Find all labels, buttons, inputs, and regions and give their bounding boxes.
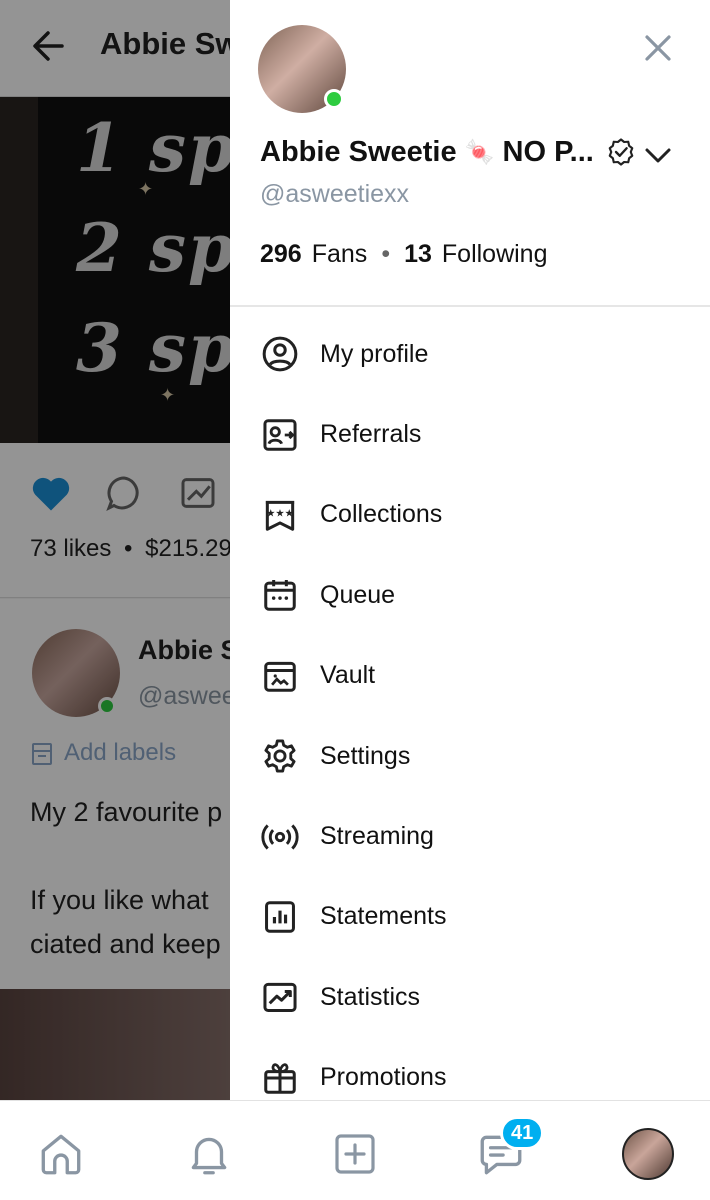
bottom-nav: 41 (0, 1100, 710, 1200)
candy-icon: 🍬 (464, 138, 495, 166)
menu-item-label: Queue (320, 580, 396, 609)
drawer-menu: My profile Referrals ★★★ Collections Que… (230, 314, 710, 1100)
menu-item-label: Referrals (320, 420, 422, 449)
add-post-icon[interactable] (330, 1129, 380, 1179)
display-name-suffix: NO P... (502, 135, 594, 168)
menu-item-vault[interactable]: Vault (230, 636, 710, 716)
menu-item-label: Settings (320, 741, 411, 770)
online-indicator (324, 89, 344, 109)
side-drawer: Abbie Sweetie 🍬 NO P... @asweetiexx 296 … (230, 0, 710, 1100)
menu-item-promotions[interactable]: Promotions (230, 1038, 710, 1100)
broadcast-icon (260, 817, 300, 857)
calendar-icon (260, 575, 300, 615)
menu-item-my-profile[interactable]: My profile (230, 314, 710, 394)
vault-icon (260, 656, 300, 696)
display-name-row[interactable]: Abbie Sweetie 🍬 NO P... (260, 132, 636, 172)
menu-item-label: My profile (320, 339, 429, 368)
menu-item-label: Statements (320, 902, 447, 931)
profile-avatar[interactable] (622, 1128, 674, 1180)
menu-item-streaming[interactable]: Streaming (230, 796, 710, 876)
verified-icon (608, 138, 634, 166)
menu-item-label: Vault (320, 661, 376, 690)
statistics-icon (260, 977, 300, 1017)
close-icon[interactable] (638, 28, 678, 68)
home-icon[interactable] (36, 1129, 86, 1179)
following-count: 13 (404, 240, 432, 268)
chevron-down-icon[interactable] (642, 140, 674, 172)
menu-item-label: Promotions (320, 1063, 447, 1092)
menu-item-queue[interactable]: Queue (230, 555, 710, 635)
svg-text:★★★: ★★★ (266, 508, 294, 520)
messages-badge: 41 (500, 1116, 545, 1150)
bell-icon[interactable] (184, 1129, 234, 1179)
statements-icon (260, 897, 300, 937)
follow-stats: 296 Fans • 13 Following (260, 240, 548, 269)
menu-item-label: Streaming (320, 822, 434, 851)
avatar[interactable] (258, 25, 346, 113)
gift-icon (260, 1058, 300, 1098)
menu-item-settings[interactable]: Settings (230, 716, 710, 796)
menu-item-collections[interactable]: ★★★ Collections (230, 475, 710, 555)
fans-count: 296 (260, 240, 302, 268)
referrals-icon (260, 415, 300, 455)
user-handle: @asweetiexx (260, 180, 410, 208)
menu-item-referrals[interactable]: Referrals (230, 394, 710, 474)
gear-icon (260, 736, 300, 776)
following-link[interactable]: Following (442, 240, 548, 269)
user-circle-icon (260, 334, 300, 374)
menu-item-label: Statistics (320, 982, 421, 1011)
menu-item-label: Collections (320, 500, 443, 529)
collections-icon: ★★★ (260, 495, 300, 535)
display-name: Abbie Sweetie (260, 135, 457, 168)
menu-item-statistics[interactable]: Statistics (230, 957, 710, 1037)
fans-link[interactable]: Fans (312, 240, 368, 269)
menu-item-statements[interactable]: Statements (230, 877, 710, 957)
stats-separator: • (381, 240, 391, 268)
divider (230, 305, 710, 307)
